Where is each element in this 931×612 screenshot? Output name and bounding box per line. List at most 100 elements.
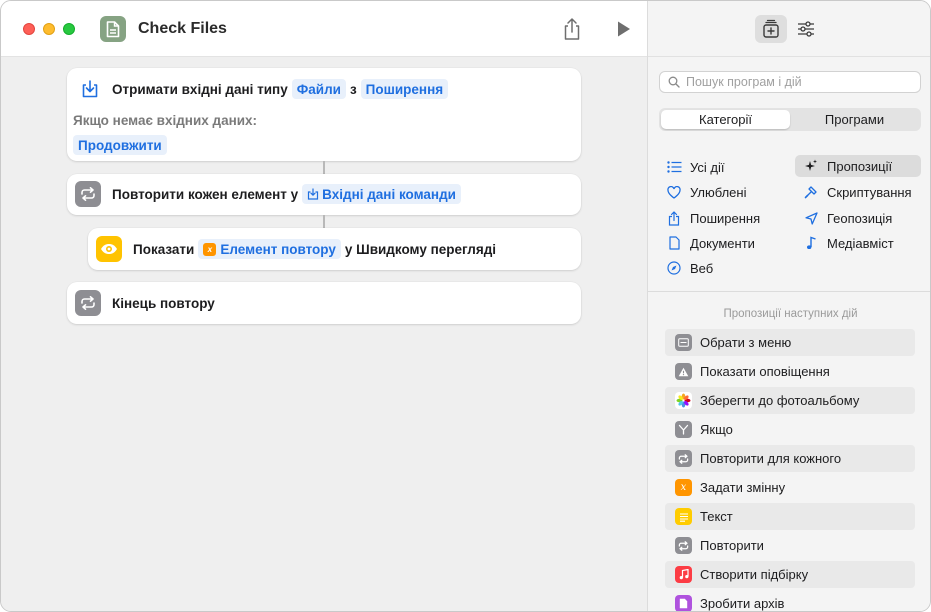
alert-icon <box>675 363 692 380</box>
variable-icon: x <box>203 242 217 256</box>
repeat-icon <box>75 290 101 316</box>
text-icon <box>675 508 692 525</box>
music-note-icon <box>803 235 819 251</box>
end-repeat-label: Кінець повтору <box>112 295 215 311</box>
suggestion-text[interactable]: Текст <box>665 503 915 530</box>
sliders-icon <box>798 21 814 37</box>
suggestion-create-playlist[interactable]: Створити підбірку <box>665 561 915 588</box>
category-label: Геопозиція <box>827 210 893 226</box>
location-icon <box>803 210 819 226</box>
minimize-window-button[interactable] <box>43 23 55 35</box>
suggestion-label: Повторити <box>700 538 764 553</box>
category-media[interactable]: Медіавміст <box>803 232 894 254</box>
receive-from-label: з <box>349 81 357 97</box>
receive-prefix: Отримати вхідні дані типу <box>112 81 288 97</box>
repeat-icon <box>75 181 101 207</box>
repeat-prefix: Повторити кожен елемент у <box>112 186 299 202</box>
receive-input-action[interactable]: Отримати вхідні дані типу Файли з Пошире… <box>67 68 581 161</box>
category-list: Усі дії Улюблені Поширення Документи Веб… <box>648 147 930 292</box>
library-segmented-control: Категорії Програми <box>659 108 921 131</box>
suggestion-choose-from-menu[interactable]: Обрати з меню <box>665 329 915 356</box>
suggestion-make-archive[interactable]: Зробити архів <box>665 590 915 611</box>
quick-look-action[interactable]: Показати x Елемент повтору у Швидкому пе… <box>88 228 581 270</box>
suggestion-label: Створити підбірку <box>700 567 809 582</box>
input-type-token[interactable]: Файли <box>291 79 346 99</box>
search-field[interactable] <box>659 71 921 93</box>
category-web[interactable]: Веб <box>666 257 713 279</box>
category-label: Веб <box>690 260 714 276</box>
repeat-icon <box>675 450 692 467</box>
end-repeat-action[interactable]: Кінець повтору <box>67 282 581 324</box>
repeat-each-action[interactable]: Повторити кожен елемент у Вхідні дані ко… <box>67 174 581 215</box>
category-label: Медіавміст <box>827 235 894 251</box>
branch-icon <box>675 421 692 438</box>
flow-connector <box>323 161 325 174</box>
category-sharing[interactable]: Поширення <box>666 207 760 229</box>
action-library-sidebar: Категорії Програми Усі дії Улюблені <box>647 1 930 611</box>
category-favorites[interactable]: Улюблені <box>666 181 746 203</box>
play-icon[interactable] <box>616 20 632 38</box>
shortcut-document-icon[interactable] <box>100 16 126 42</box>
shortcuts-window: Check Files Отримати вхідні дані типу Фа… <box>0 0 931 612</box>
zoom-window-button[interactable] <box>63 23 75 35</box>
suggestions-heading: Пропозиції наступних дій <box>723 308 858 320</box>
suggestion-label: Якщо <box>700 422 733 437</box>
action-library-tab[interactable] <box>755 15 787 43</box>
eye-icon <box>96 236 122 262</box>
archive-icon <box>675 595 692 611</box>
suggestion-save-to-photo-album[interactable]: Зберегти до фотоальбому <box>665 387 915 414</box>
variable-icon: x <box>675 479 692 496</box>
shortcut-input-token[interactable]: Вхідні дані команди <box>302 184 461 204</box>
suggestion-label: Повторити для кожного <box>700 451 842 466</box>
heart-icon <box>666 184 682 200</box>
category-scripting[interactable]: Скриптування <box>803 181 912 203</box>
titlebar: Check Files <box>1 1 647 57</box>
no-input-label: Якщо немає вхідних даних: <box>73 112 258 128</box>
search-icon <box>668 76 680 88</box>
category-label: Поширення <box>690 210 761 226</box>
shortcut-input-token-label: Вхідні дані команди <box>322 186 456 202</box>
category-label: Пропозиції <box>827 158 893 174</box>
category-all-actions[interactable]: Усі дії <box>666 156 724 178</box>
suggestion-repeat-each[interactable]: Повторити для кожного <box>665 445 915 472</box>
compass-icon <box>666 260 682 276</box>
search-input[interactable] <box>686 75 916 89</box>
document-icon <box>666 235 682 251</box>
suggestion-label: Обрати з меню <box>700 335 792 350</box>
segment-apps[interactable]: Програми <box>790 110 919 129</box>
suggestion-set-variable[interactable]: x Задати змінну <box>665 474 915 501</box>
window-title: Check Files <box>138 20 227 37</box>
category-documents[interactable]: Документи <box>666 232 755 254</box>
suggestion-show-alert[interactable]: Показати оповіщення <box>665 358 915 385</box>
details-tab[interactable] <box>790 15 822 43</box>
category-suggestions[interactable]: Пропозиції <box>795 155 921 177</box>
sparkle-icon <box>803 158 819 174</box>
photos-icon <box>675 392 692 409</box>
segment-categories[interactable]: Категорії <box>661 110 790 129</box>
share-icon <box>666 210 682 226</box>
suggestion-label: Задати змінну <box>700 480 786 495</box>
scripting-icon <box>803 184 819 200</box>
sidebar-toolbar <box>648 1 930 57</box>
input-source-token[interactable]: Поширення <box>360 79 449 99</box>
show-prefix: Показати <box>133 241 195 257</box>
repeat-item-token-label: Елемент повтору <box>220 241 336 257</box>
category-label: Скриптування <box>827 184 912 200</box>
repeat-item-token[interactable]: x Елемент повтору <box>198 239 341 259</box>
download-icon <box>77 76 103 102</box>
editor-area: Check Files Отримати вхідні дані типу Фа… <box>1 1 647 611</box>
category-location[interactable]: Геопозиція <box>803 207 892 229</box>
category-label: Усі дії <box>690 159 725 175</box>
suggestion-repeat[interactable]: Повторити <box>665 532 915 559</box>
category-label: Улюблені <box>690 184 747 200</box>
list-icon <box>666 159 682 175</box>
no-input-behavior-token[interactable]: Продовжити <box>73 135 167 155</box>
close-window-button[interactable] <box>23 23 35 35</box>
share-icon[interactable] <box>561 17 583 41</box>
suggestion-label: Зробити архів <box>700 596 785 611</box>
suggestion-label: Показати оповіщення <box>700 364 830 379</box>
music-icon <box>675 566 692 583</box>
add-action-icon <box>763 19 779 38</box>
suggestion-if[interactable]: Якщо <box>665 416 915 443</box>
category-label: Документи <box>690 235 755 251</box>
